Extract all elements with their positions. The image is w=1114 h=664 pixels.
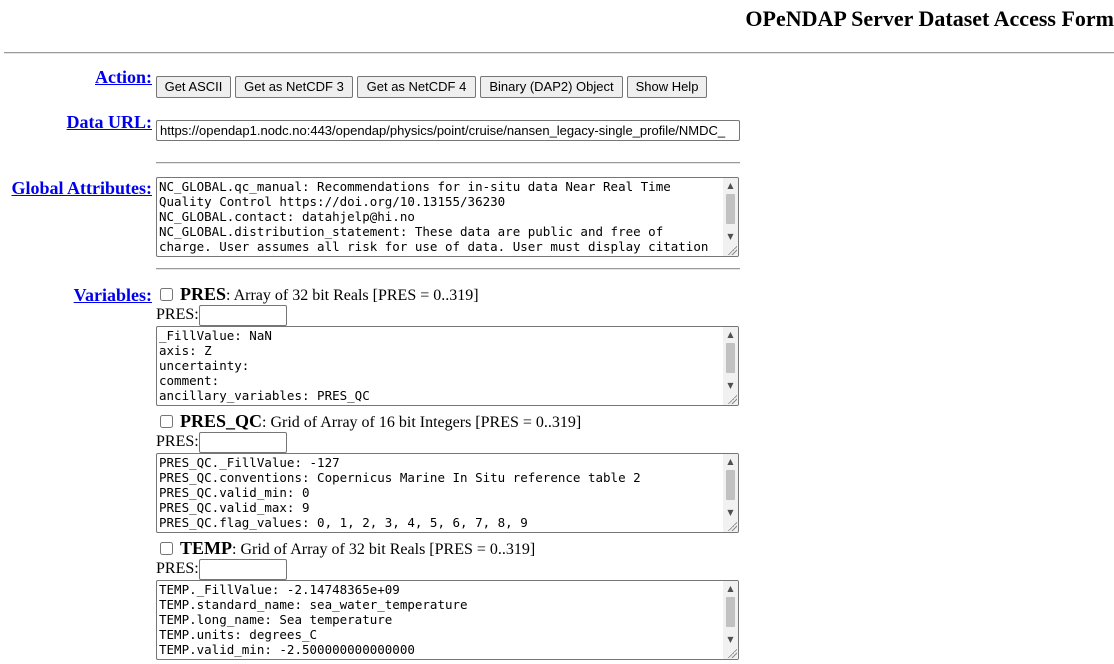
variable-attributes-text: PRES_QC._FillValue: -127 PRES_QC.convent… bbox=[159, 455, 663, 532]
scroll-down-icon[interactable]: ▼ bbox=[723, 505, 738, 520]
scroll-down-icon[interactable]: ▼ bbox=[723, 378, 738, 393]
scroll-up-icon[interactable]: ▲ bbox=[723, 327, 738, 342]
scroll-thumb[interactable] bbox=[726, 194, 735, 224]
dimension-row-temp: PRES: bbox=[156, 559, 287, 580]
dimension-row-pres: PRES: bbox=[156, 305, 287, 326]
scroll-down-icon[interactable]: ▼ bbox=[723, 632, 738, 647]
get-netcdf3-button[interactable]: Get as NetCDF 3 bbox=[235, 76, 353, 98]
get-netcdf4-button[interactable]: Get as NetCDF 4 bbox=[357, 76, 476, 98]
variable-attributes-text: _FillValue: NaN axis: Z uncertainty: com… bbox=[159, 328, 377, 405]
scroll-down-icon[interactable]: ▼ bbox=[723, 229, 738, 244]
dimension-input-pres[interactable] bbox=[198, 305, 287, 326]
global-attributes-textarea[interactable]: NC_GLOBAL.qc_manual: Recommendations for… bbox=[156, 177, 739, 257]
variable-description: : Array of 32 bit Reals [PRES = 0..319] bbox=[226, 287, 479, 304]
data-url-label[interactable]: Data URL: bbox=[67, 112, 153, 133]
resize-grip-icon[interactable] bbox=[727, 245, 737, 255]
scroll-up-icon[interactable]: ▲ bbox=[723, 454, 738, 469]
variable-line-pres-qc: PRES_QC: Grid of Array of 16 bit Integer… bbox=[180, 411, 581, 432]
variable-attributes-pres[interactable]: _FillValue: NaN axis: Z uncertainty: com… bbox=[156, 326, 739, 406]
variable-description: : Grid of Array of 32 bit Reals [PRES = … bbox=[232, 541, 536, 558]
get-ascii-button[interactable]: Get ASCII bbox=[156, 76, 231, 98]
variable-line-temp: TEMP: Grid of Array of 32 bit Reals [PRE… bbox=[180, 538, 535, 559]
data-url-input[interactable]: https://opendap1.nodc.no:443/opendap/phy… bbox=[156, 120, 740, 141]
variable-line-pres: PRES: Array of 32 bit Reals [PRES = 0..3… bbox=[180, 284, 479, 305]
variable-checkbox-temp[interactable] bbox=[160, 542, 173, 555]
variables-label[interactable]: Variables: bbox=[74, 285, 152, 306]
scroll-thumb[interactable] bbox=[726, 343, 735, 373]
scroll-up-icon[interactable]: ▲ bbox=[723, 178, 738, 193]
dimension-label: PRES: bbox=[156, 433, 199, 450]
dimension-input-temp[interactable] bbox=[198, 559, 287, 580]
dimension-row-pres-qc: PRES: bbox=[156, 432, 287, 453]
dimension-label: PRES: bbox=[156, 306, 199, 323]
divider-url bbox=[156, 162, 740, 164]
scroll-thumb[interactable] bbox=[726, 597, 735, 627]
variable-checkbox-pres-qc[interactable] bbox=[160, 415, 173, 428]
global-attributes-text: NC_GLOBAL.qc_manual: Recommendations for… bbox=[159, 179, 709, 256]
action-label[interactable]: Action: bbox=[95, 67, 152, 88]
resize-grip-icon[interactable] bbox=[727, 521, 737, 531]
variable-attributes-temp[interactable]: TEMP._FillValue: -2.14748365e+09 TEMP.st… bbox=[156, 580, 739, 660]
page-title: OPeNDAP Server Dataset Access Form bbox=[745, 6, 1114, 31]
global-attributes-label[interactable]: Global Attributes: bbox=[11, 178, 152, 199]
dimension-input-pres-qc[interactable] bbox=[198, 432, 287, 453]
binary-dap2-button[interactable]: Binary (DAP2) Object bbox=[480, 76, 623, 98]
resize-grip-icon[interactable] bbox=[727, 394, 737, 404]
variable-description: : Grid of Array of 16 bit Integers [PRES… bbox=[262, 414, 582, 431]
variable-attributes-text: TEMP._FillValue: -2.14748365e+09 TEMP.st… bbox=[159, 582, 468, 659]
variable-name: PRES_QC bbox=[180, 411, 263, 431]
variable-name: PRES bbox=[180, 284, 227, 304]
scroll-up-icon[interactable]: ▲ bbox=[723, 581, 738, 596]
resize-grip-icon[interactable] bbox=[727, 648, 737, 658]
variable-checkbox-pres[interactable] bbox=[160, 288, 173, 301]
divider-top bbox=[4, 52, 1114, 54]
variable-attributes-pres-qc[interactable]: PRES_QC._FillValue: -127 PRES_QC.convent… bbox=[156, 453, 739, 533]
show-help-button[interactable]: Show Help bbox=[627, 76, 707, 98]
dimension-label: PRES: bbox=[156, 560, 199, 577]
variable-name: TEMP bbox=[180, 538, 232, 558]
divider-attributes bbox=[156, 268, 740, 270]
scroll-thumb[interactable] bbox=[726, 470, 735, 500]
